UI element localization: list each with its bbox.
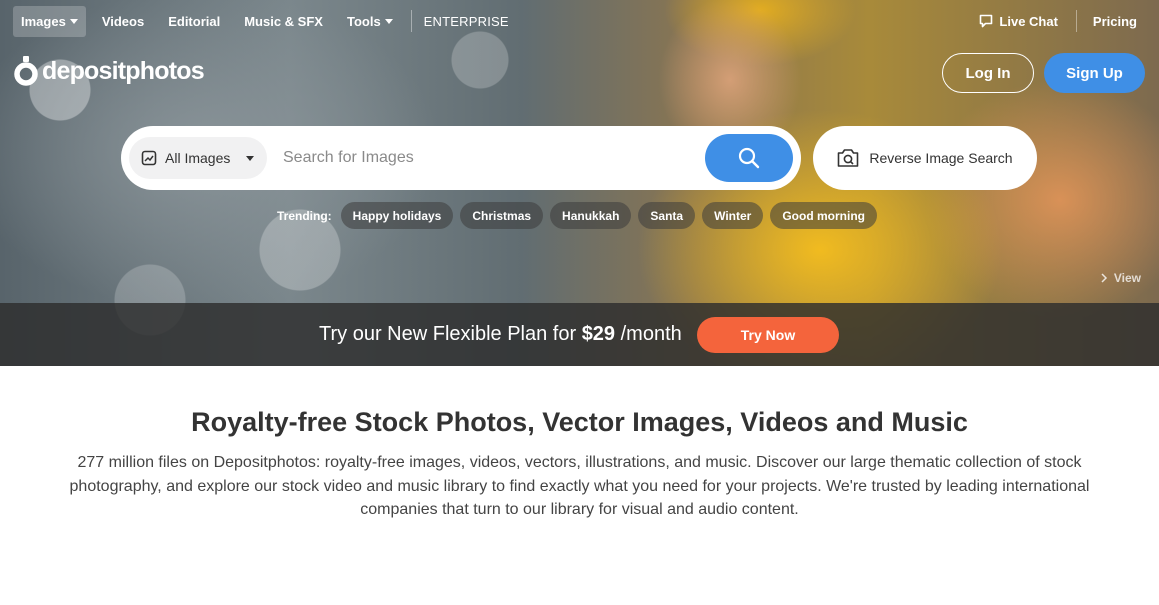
view-label: View [1113,271,1141,285]
nav-item-music-sfx[interactable]: Music & SFX [236,6,331,37]
nav-item-videos[interactable]: Videos [94,6,152,37]
trending-chip[interactable]: Good morning [770,202,877,229]
auth-buttons: Log In Sign Up [942,53,1145,93]
nav-divider [410,10,412,32]
live-chat-link[interactable]: Live Chat [966,13,1070,29]
promo-price: $29 [581,323,616,345]
logo-text: depositphotos [42,56,205,85]
nav-item-editorial[interactable]: Editorial [160,6,228,37]
trending-chip[interactable]: Winter [702,202,764,229]
top-navigation: Images Videos Editorial Music & SFX Tool… [13,5,525,37]
reverse-image-search-button[interactable]: Reverse Image Search [813,126,1037,190]
camera-search-icon [838,149,859,167]
search-scope-select[interactable]: All Images [129,137,267,179]
login-button[interactable]: Log In [942,53,1034,93]
reverse-image-search-label: Reverse Image Search [869,150,1013,166]
trending-chip[interactable]: Santa [638,202,696,229]
nav-item-label: Editorial [168,13,221,29]
signup-button[interactable]: Sign Up [1044,53,1145,93]
chevron-down-icon [246,155,255,161]
image-type-icon [141,150,157,166]
chat-bubble-icon [980,14,993,28]
chevron-right-icon [1101,273,1107,283]
search-button[interactable] [705,134,793,182]
nav-item-label: Images [21,13,66,29]
nav-item-label: Music & SFX [244,13,323,29]
utility-navigation: Live Chat Pricing [966,6,1147,36]
depositphotos-logo[interactable]: depositphotos [14,56,205,86]
search-bar: All Images [121,126,801,190]
search-scope-label: All Images [165,150,231,166]
page-title: Royalty-free Stock Photos, Vector Images… [191,407,968,437]
promo-text: Try our New Flexible Plan for $29 /month [319,323,682,346]
hero-banner: Images Videos Editorial Music & SFX Tool… [0,0,1159,366]
promo-banner: Try our New Flexible Plan for $29 /month [0,303,1159,366]
nav-item-images[interactable]: Images [13,5,86,37]
logo-mark-icon [14,56,38,86]
nav-item-label: Tools [346,13,381,29]
try-now-button[interactable]: Try Now [697,317,839,353]
pricing-link[interactable]: Pricing [1083,14,1147,29]
trending-chip[interactable]: Hanukkah [550,202,632,229]
trending-searches: Trending: Happy holidays Christmas Hanuk… [277,202,877,229]
page-description: 277 million files on Depositphotos: roya… [69,454,1090,518]
trending-chip[interactable]: Christmas [460,202,544,229]
promo-text-before: Try our New Flexible Plan for [319,323,582,345]
nav-item-tools[interactable]: Tools [339,6,401,37]
view-image-link[interactable]: View [1100,271,1141,285]
trending-label: Trending: [277,208,332,223]
live-chat-label: Live Chat [999,13,1058,29]
search-input[interactable] [267,149,705,167]
nav-item-label: ENTERPRISE [423,13,509,29]
nav-item-label: Videos [101,13,145,29]
trending-chip[interactable]: Happy holidays [340,202,454,229]
chevron-down-icon [384,18,393,24]
chevron-down-icon [69,18,78,24]
nav-item-enterprise[interactable]: ENTERPRISE [416,6,517,37]
promo-text-after: /month [615,323,682,345]
search-icon [738,147,760,169]
nav-divider [1075,10,1077,32]
